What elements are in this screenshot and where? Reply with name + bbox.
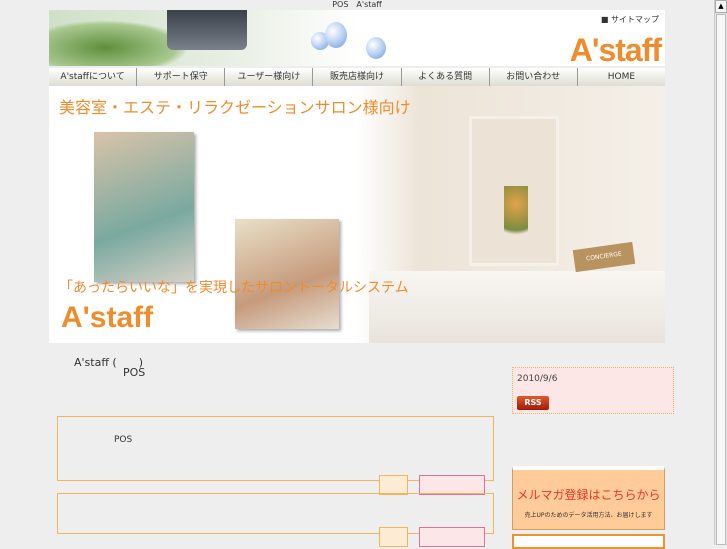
- nav-dealers[interactable]: 販売店様向け: [313, 68, 402, 86]
- main-nav: A'staffについて サポート保守 ユーザー様向け 販売店様向け よくある質問…: [49, 68, 665, 86]
- content-box-text: POS: [114, 435, 133, 445]
- counter-image: [369, 271, 665, 343]
- detail-button[interactable]: [419, 527, 485, 547]
- nav-support[interactable]: サポート保守: [137, 68, 226, 86]
- concierge-sign: CONCIERGE: [572, 241, 636, 273]
- detail-button[interactable]: [419, 475, 485, 495]
- pot-image: [167, 10, 247, 50]
- nav-faq[interactable]: よくある質問: [402, 68, 490, 86]
- nav-home[interactable]: HOME: [578, 68, 665, 86]
- window-title: POS A'staff: [332, 0, 382, 9]
- rss-button[interactable]: RSS: [517, 396, 549, 410]
- vertical-scrollbar[interactable]: ▲: [714, 0, 727, 545]
- relaxation-photo: [235, 219, 339, 329]
- hairdryer-photo: [94, 132, 194, 282]
- news-date: 2010/9/6: [517, 374, 558, 384]
- scroll-up-arrow-icon[interactable]: ▲: [715, 0, 727, 13]
- sitemap-link[interactable]: ■ サイトマップ: [601, 14, 659, 25]
- mailmag-subtitle: 売上UPのためのデータ活用方法、お届けします: [524, 512, 653, 519]
- glass-ball-image: [366, 37, 386, 59]
- nav-about[interactable]: A'staffについて: [49, 68, 138, 86]
- site-logo[interactable]: A'staff: [570, 32, 662, 66]
- hero-tagline: 「あったらいいな」を実現したサロントータルシステム: [59, 280, 409, 296]
- mailmag-banner[interactable]: メルマガ登録はこちらから 売上UPのためのデータ活用方法、お届けします: [512, 466, 665, 530]
- header-banner: ■ サイトマップ A'staff: [49, 10, 665, 66]
- hero-banner: CONCIERGE 美容室・エステ・リラクゼーションサロン様向け 「あったらいい…: [49, 86, 665, 343]
- news-box: 2010/9/6 RSS: [512, 367, 674, 414]
- glass-ball-image: [325, 22, 347, 48]
- hero-headline: 美容室・エステ・リラクゼーションサロン様向け: [59, 98, 411, 117]
- nav-contact[interactable]: お問い合わせ: [490, 68, 578, 86]
- scrollbar-thumb[interactable]: [716, 14, 726, 545]
- hero-logo: A'staff: [61, 301, 154, 334]
- nav-users[interactable]: ユーザー様向け: [225, 68, 314, 86]
- content-box: POS: [57, 416, 494, 481]
- sidebar-banner[interactable]: [512, 534, 665, 549]
- small-button[interactable]: [379, 527, 408, 547]
- mailmag-title[interactable]: メルマガ登録はこちらから: [513, 486, 664, 503]
- sitemap-label[interactable]: サイトマップ: [611, 15, 659, 24]
- flower-image: [504, 186, 528, 246]
- intro-line-2: POS: [123, 366, 146, 379]
- small-button[interactable]: [379, 475, 408, 495]
